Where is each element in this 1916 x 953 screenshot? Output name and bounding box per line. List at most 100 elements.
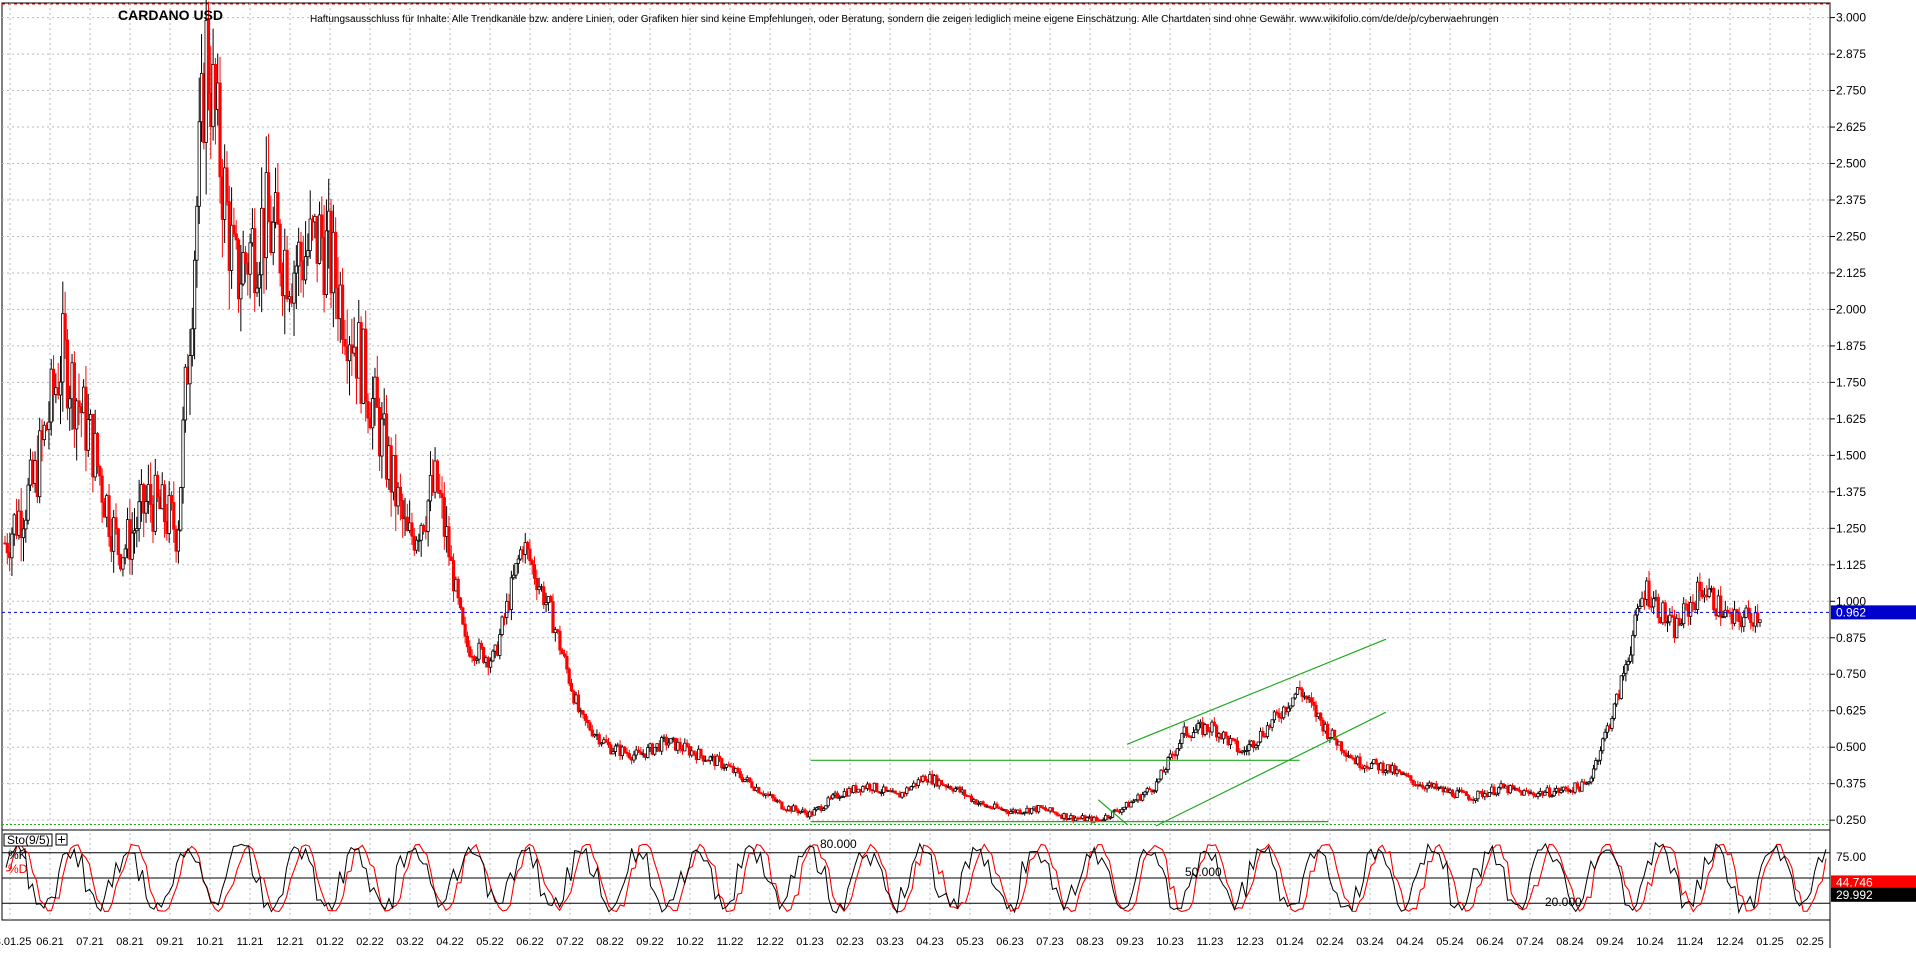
- candle-body: [565, 655, 569, 670]
- candle-body: [461, 607, 465, 625]
- y-tick-label: 1.625: [1836, 412, 1866, 426]
- candle-body: [884, 786, 888, 792]
- candle-body: [123, 548, 127, 559]
- candle-body: [588, 722, 592, 731]
- x-tick-label: 11.24: [1677, 936, 1704, 948]
- x-tick-label: 11.21: [237, 936, 264, 948]
- candle-body: [375, 376, 379, 408]
- candle-body: [1409, 775, 1413, 781]
- candle-body: [426, 500, 430, 532]
- candle-body: [632, 754, 636, 761]
- price-layer: [3, 0, 1762, 825]
- candle-body: [1175, 748, 1179, 756]
- x-tick-label: 04.22: [436, 936, 464, 948]
- x-tick-label: 05.23: [956, 936, 984, 948]
- y-tick-label: 2.250: [1836, 229, 1866, 243]
- candle-body: [551, 601, 555, 634]
- x-tick-label: 07.21: [76, 936, 104, 948]
- candle-body: [771, 794, 775, 799]
- y-tick-label: 2.125: [1836, 266, 1866, 280]
- candle-body: [678, 741, 682, 750]
- y-tick-label: 0.750: [1836, 667, 1866, 681]
- candle-body: [343, 339, 347, 347]
- candle-body: [255, 287, 259, 294]
- candle-body: [962, 789, 967, 796]
- x-tick-label: 28.01.25: [0, 936, 31, 948]
- candle-body: [253, 228, 257, 294]
- candle-body: [421, 524, 426, 532]
- candle-body: [488, 660, 493, 668]
- candle-body: [1698, 581, 1702, 591]
- candle-body: [1196, 723, 1200, 731]
- candle-body: [824, 805, 828, 810]
- x-tick-label: 01.25: [1756, 936, 1784, 948]
- candle-body: [736, 767, 740, 773]
- x-tick-label: 01.22: [316, 936, 344, 948]
- candle-body: [447, 526, 451, 558]
- candle-body: [271, 221, 275, 254]
- candle-body: [623, 746, 627, 753]
- candle-body: [757, 786, 761, 794]
- candle-body: [812, 809, 816, 816]
- y-tick-label: 2.875: [1836, 47, 1866, 61]
- candle-body: [197, 121, 201, 207]
- x-tick-label: 04.24: [1396, 936, 1424, 948]
- candle-body: [794, 805, 798, 811]
- candle-body: [398, 486, 402, 501]
- candle-body: [1603, 731, 1607, 740]
- candle-body: [463, 623, 467, 637]
- candle-body: [63, 313, 67, 341]
- x-tick-label: 03.22: [396, 936, 424, 948]
- stoch-level-label: 80.000: [820, 837, 857, 851]
- candle-body: [1707, 588, 1711, 597]
- candle-body: [1205, 724, 1209, 732]
- candle-body: [95, 432, 100, 467]
- candle-body: [179, 487, 183, 531]
- chart-svg: 28.01.25 06.21 07.21 08.21 09.21 10.21 11.21 12…: [0, 0, 1916, 948]
- candle-body: [65, 339, 70, 409]
- candle-body: [107, 495, 111, 537]
- candle-body: [1312, 701, 1316, 706]
- candle-body: [1589, 777, 1593, 783]
- candle-body: [1178, 743, 1182, 750]
- candle-body: [410, 522, 414, 537]
- y-tick-label: 1.500: [1836, 448, 1866, 462]
- candle-body: [438, 489, 442, 494]
- candle-body: [320, 214, 324, 239]
- candle-body: [1467, 795, 1471, 800]
- candle-body: [613, 745, 618, 752]
- x-tick-label: 10.21: [196, 936, 224, 948]
- candle-body: [172, 502, 176, 530]
- candle-body: [1689, 602, 1693, 617]
- y-tick-label: 0.500: [1836, 740, 1866, 754]
- candle-body: [498, 634, 502, 656]
- candle-body: [780, 801, 784, 810]
- candle-body: [1612, 703, 1616, 719]
- candle-body: [1291, 697, 1295, 707]
- candle-body: [530, 560, 534, 566]
- candle-body: [1141, 794, 1145, 801]
- candle-body: [1224, 731, 1228, 737]
- candle-body: [1656, 596, 1660, 619]
- candle-body: [1411, 779, 1415, 785]
- y-tick-label: 2.375: [1836, 193, 1866, 207]
- candle-body: [324, 230, 329, 295]
- x-tick-label: 12.24: [1716, 936, 1744, 948]
- candle-body: [1742, 616, 1746, 628]
- y-tick-label: 1.125: [1836, 558, 1866, 572]
- candle-body: [660, 737, 664, 752]
- candle-body: [1450, 789, 1455, 797]
- candle-body: [458, 597, 463, 609]
- stoch-level-label: 20.000: [1545, 895, 1582, 909]
- x-tick-label: 10.22: [676, 936, 704, 948]
- candle-body: [1309, 697, 1314, 703]
- candle-body: [206, 19, 211, 94]
- candle-body: [1633, 614, 1637, 636]
- candle-body: [646, 747, 650, 758]
- candle-body: [366, 401, 370, 419]
- chart-root: 28.01.25 06.21 07.21 08.21 09.21 10.21 11.21 12…: [0, 0, 1916, 948]
- candle-body: [248, 242, 252, 275]
- candle-body: [1497, 787, 1501, 794]
- candle-body: [699, 748, 703, 757]
- candle-body: [1339, 741, 1344, 752]
